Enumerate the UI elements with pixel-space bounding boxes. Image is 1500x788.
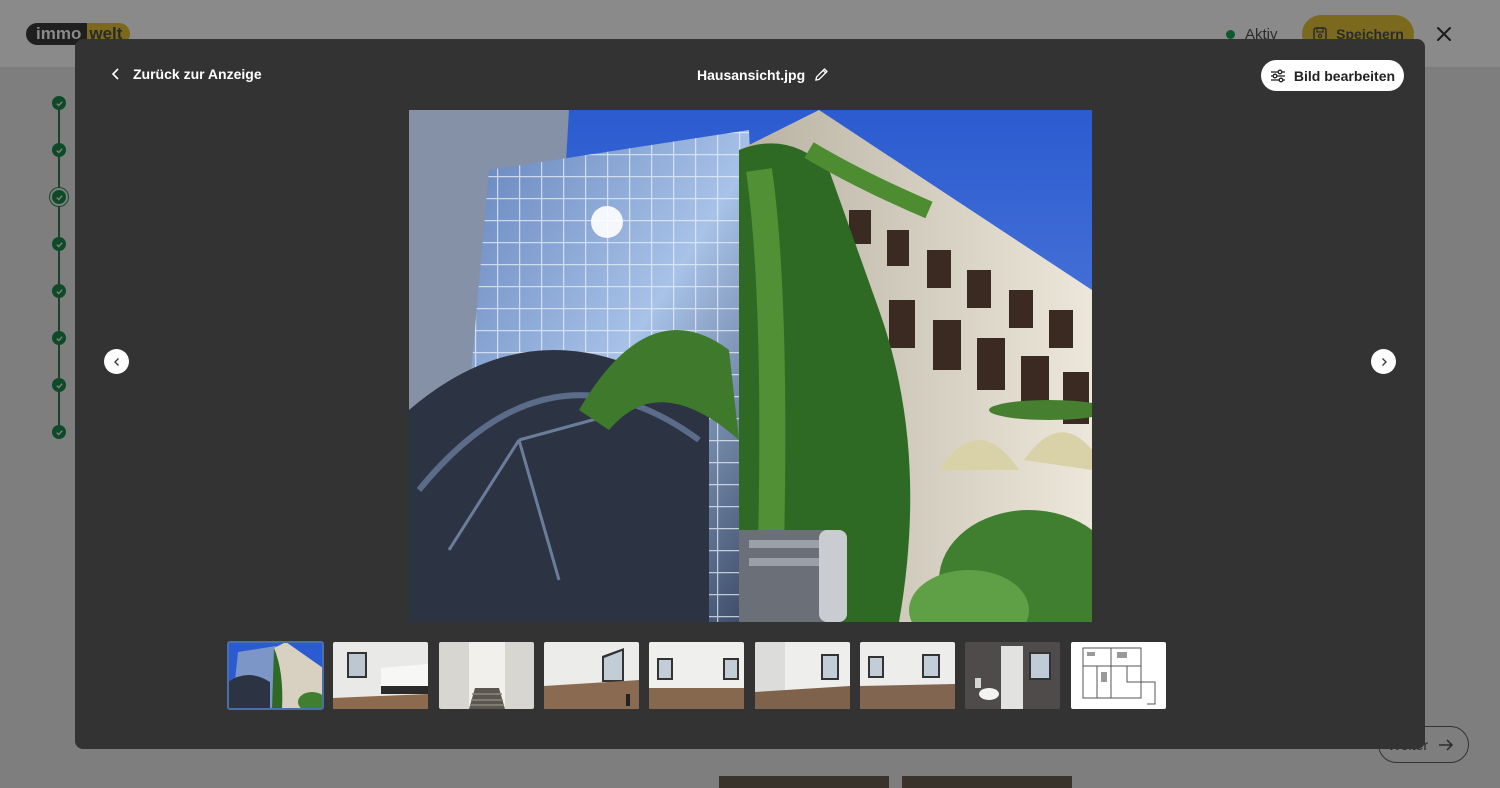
main-photo (409, 110, 1092, 622)
step-connector (58, 110, 60, 143)
thumbnail-bathroom[interactable] (965, 642, 1060, 709)
previous-image-button[interactable] (104, 349, 129, 374)
step-done-icon[interactable] (52, 331, 66, 345)
step-current-icon[interactable] (52, 190, 66, 204)
edit-image-button[interactable]: Bild bearbeiten (1261, 60, 1404, 91)
step-done-icon[interactable] (52, 284, 66, 298)
thumbnail-floorplan[interactable] (1071, 642, 1166, 709)
close-icon[interactable] (1432, 22, 1456, 46)
pencil-icon[interactable] (813, 66, 830, 83)
back-label: Zurück zur Anzeige (133, 66, 262, 82)
step-connector (58, 298, 60, 331)
back-to-listing-link[interactable]: Zurück zur Anzeige (109, 66, 262, 82)
thumbnail-stairs[interactable] (439, 642, 534, 709)
image-viewer-modal: Zurück zur Anzeige Hausansicht.jpg Bild … (75, 39, 1425, 749)
step-done-icon[interactable] (52, 237, 66, 251)
step-connector (58, 345, 60, 378)
step-connector (58, 204, 60, 237)
edit-image-label: Bild bearbeiten (1293, 67, 1396, 84)
chevron-left-icon (111, 68, 119, 80)
sliders-icon (1270, 69, 1285, 82)
thumbnail-room[interactable] (860, 642, 955, 709)
file-name-title: Hausansicht.jpg (697, 66, 830, 83)
thumbnail-room[interactable] (649, 642, 744, 709)
step-done-icon[interactable] (52, 378, 66, 392)
background-image-preview (719, 776, 889, 788)
step-done-icon[interactable] (52, 425, 66, 439)
chevron-left-icon (113, 357, 119, 366)
step-connector (58, 251, 60, 284)
status-dot-icon (1226, 30, 1235, 39)
arrow-right-icon (1439, 738, 1454, 751)
next-image-button[interactable] (1371, 349, 1396, 374)
chevron-right-icon (1381, 357, 1387, 366)
step-connector (58, 157, 60, 190)
step-done-icon[interactable] (52, 143, 66, 157)
file-name: Hausansicht.jpg (697, 66, 806, 83)
step-done-icon[interactable] (52, 96, 66, 110)
background-image-preview (902, 776, 1072, 788)
thumbnail-kitchen[interactable] (333, 642, 428, 709)
thumbnail-room[interactable] (544, 642, 639, 709)
thumbnail-room[interactable] (755, 642, 850, 709)
thumbnail-facade[interactable] (227, 641, 324, 710)
step-connector (58, 392, 60, 425)
